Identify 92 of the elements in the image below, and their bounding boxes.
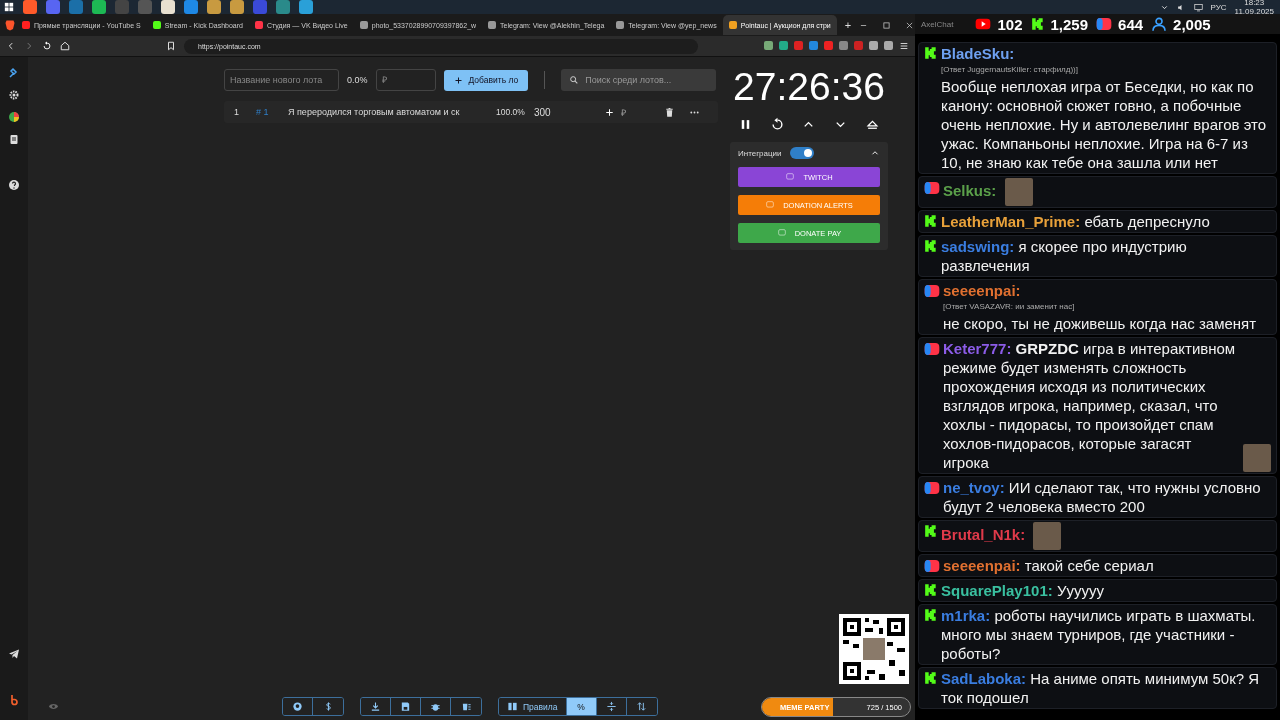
reply-quote: [Ответ VASAZAVR: ии заменит нас] xyxy=(943,301,1076,313)
percent-mode-button[interactable]: % xyxy=(566,698,597,715)
telegram-icon[interactable] xyxy=(8,648,20,660)
vk-logo-icon xyxy=(924,180,940,196)
kick-logo-icon xyxy=(1030,17,1045,31)
message-text: seeeenpai: такой себе сериал xyxy=(943,556,1155,575)
kick-logo-icon xyxy=(924,608,938,622)
vk-logo-icon xyxy=(924,341,940,357)
viewer-count: 644 xyxy=(1096,15,1144,33)
chat-author: BladeSku: xyxy=(941,45,1015,62)
message-text: ne_tvoy: ИИ сделают так, что нужны условно будут 2 человека вместо 200 xyxy=(943,478,1262,516)
kick-logo-icon xyxy=(924,671,938,685)
chat-author: Brutal_N1k: xyxy=(941,525,1026,543)
menu-icon[interactable] xyxy=(899,41,909,51)
clock-time: 18:23 xyxy=(1244,0,1265,7)
brave-lion-icon[interactable] xyxy=(4,19,16,31)
integrations-toggle[interactable] xyxy=(789,147,814,159)
home-icon[interactable] xyxy=(60,41,70,51)
message-text: Keter777: GRPZDC игра в интерактивном режиме будет изменять сложность прохождения исходя из политических взглядов игрока, например, сказал, что хохлы - пидорасы, то произойдет спам хохлов-пидорасов, которые загасят игрока xyxy=(943,339,1237,472)
message-text: SadLaboka: На аниме опять минимум 50к? Я ток подошел xyxy=(941,669,1261,707)
chat-author: seeeenpai: xyxy=(943,282,1021,299)
pie-chart-icon[interactable] xyxy=(8,111,20,123)
message-text: Вообще неплохая игра от Беседки, но как по канону: основной сюжет говно, а побочные очень неплохие. Ну и автолевелинг врагов это ужас. Компаньоны неплохие. Игра на 6-7 из 10, не знаю как тебе она зашла или нет xyxy=(941,77,1267,172)
lot-percent: 100.0% xyxy=(496,107,526,117)
viewers-logo-icon xyxy=(1151,16,1168,32)
twitch-logo-icon xyxy=(785,172,796,182)
lot-search-field[interactable]: Поиск среди лотов... xyxy=(561,69,717,91)
monitor-icon[interactable] xyxy=(1193,2,1203,12)
amount-field[interactable]: ₽ xyxy=(375,69,436,91)
sort-icon xyxy=(636,701,647,712)
message-text: sadswing: я скорее про индустрию развлечения xyxy=(941,237,1188,275)
vk-logo-icon xyxy=(924,558,940,574)
lot-name: Я переродился торговым автоматом и ск xyxy=(288,107,461,117)
reload-icon[interactable] xyxy=(42,41,52,51)
eject-icon[interactable] xyxy=(864,117,880,132)
chat-window-title: AxelChat xyxy=(921,19,954,29)
add-amount-icon[interactable] xyxy=(604,106,615,118)
integrations-label: Интеграции xyxy=(738,148,782,158)
kick-logo-icon xyxy=(924,239,938,253)
lot-amount: 300 xyxy=(534,106,552,118)
download-icon xyxy=(370,701,381,712)
vk-logo-icon xyxy=(924,283,940,299)
message-text: m1rka: роботы научились играть в шахматы. много мы знаем турниров, где участники - роботы? xyxy=(941,606,1257,663)
message-text: не скоро, ты не доживешь когда нас заменят xyxy=(943,314,1258,333)
kick-logo-icon xyxy=(924,46,938,60)
lot-id: # 1 xyxy=(256,107,270,117)
bug-icon xyxy=(430,701,441,712)
compress-icon xyxy=(605,701,617,712)
lot-index: 1 xyxy=(234,107,240,117)
viewer-count: 102 xyxy=(975,15,1023,33)
settings-icon[interactable] xyxy=(8,89,20,101)
columns-icon xyxy=(507,701,518,712)
kick-logo-icon xyxy=(924,583,938,597)
windows-start-icon[interactable] xyxy=(4,2,14,12)
new-tab-button[interactable]: + xyxy=(836,19,860,31)
qr-code-drawing xyxy=(839,614,909,684)
add-lot-button[interactable]: Добавить ло xyxy=(443,69,529,91)
reply-quote: [Ответ JuggernautsKiller: старфилд))] xyxy=(941,64,1079,76)
message-text: LeatherMan_Prime: ебать депреснуло xyxy=(941,212,1211,231)
delete-icon[interactable] xyxy=(664,106,675,118)
donatepay-logo-icon xyxy=(776,228,787,238)
currency-sign: ₽ xyxy=(621,106,626,119)
bookmark-icon[interactable] xyxy=(166,41,176,51)
message-text: SquarePlay101: Уууууу xyxy=(941,581,1105,600)
clock-date: 11.09.2025 xyxy=(1234,7,1274,16)
auction-timer: 27:26:36 xyxy=(732,65,886,109)
viewer-count: 2,005 xyxy=(1151,15,1211,33)
help-icon[interactable] xyxy=(8,179,20,191)
boosty-icon[interactable] xyxy=(8,694,20,706)
chat-author: Selkus: xyxy=(943,181,997,199)
new-lot-name-field[interactable]: Название нового лота xyxy=(224,69,339,91)
search-icon xyxy=(569,75,580,85)
donation-alerts-logo-icon xyxy=(765,200,776,210)
maximize-icon[interactable] xyxy=(882,20,892,30)
rules-mode-button[interactable]: Правила xyxy=(499,698,567,715)
github-button[interactable] xyxy=(283,698,313,715)
kick-logo-icon xyxy=(924,524,938,538)
vk-logo-icon xyxy=(924,480,940,496)
viewer-count: 1,259 xyxy=(1030,15,1089,33)
kick-logo-icon xyxy=(924,214,938,228)
language-indicator[interactable]: РУС xyxy=(1210,2,1227,12)
save-icon xyxy=(400,701,411,712)
vk-logo-icon xyxy=(1096,16,1113,32)
clipboard-icon[interactable] xyxy=(8,133,20,145)
plus-icon xyxy=(453,75,463,85)
visibility-icon[interactable] xyxy=(48,701,59,712)
youtube-logo-icon xyxy=(975,16,992,32)
back-icon[interactable] xyxy=(6,41,16,51)
trash-list-icon xyxy=(460,701,472,712)
download-button[interactable] xyxy=(361,698,391,715)
close-icon[interactable] xyxy=(905,20,915,30)
new-lot-percent: 0.0% xyxy=(347,75,368,85)
